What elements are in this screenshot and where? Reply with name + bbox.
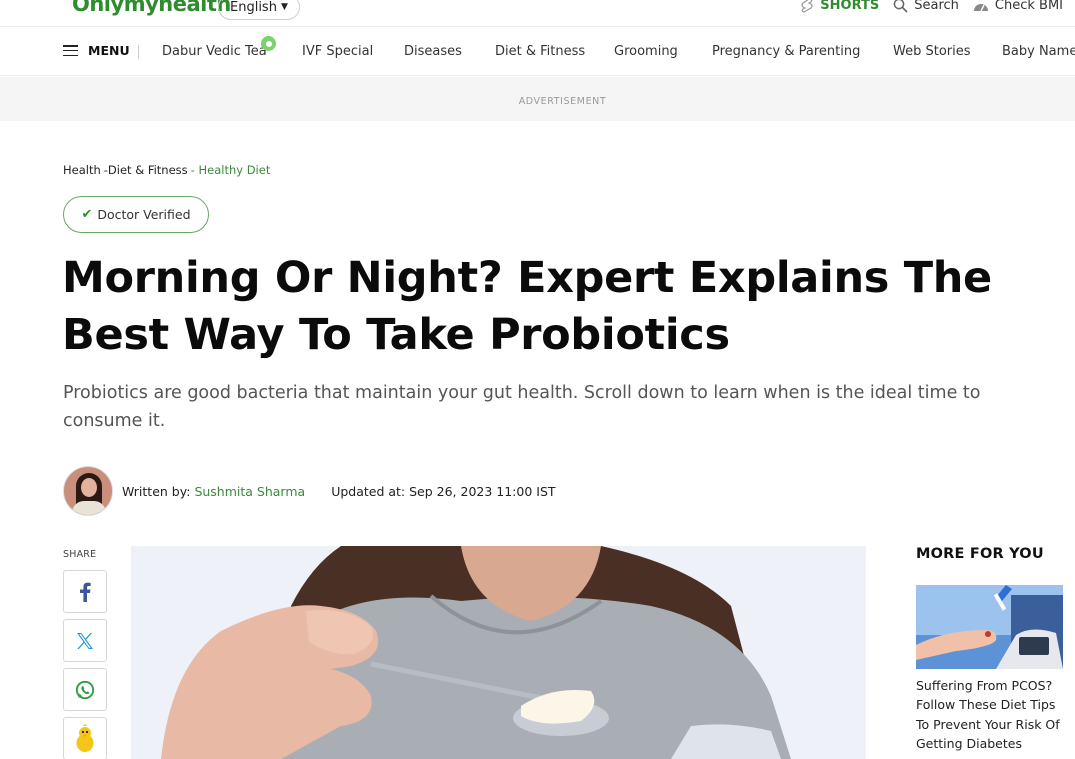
ad-label: ADVERTISEMENT: [518, 96, 607, 107]
author-info: Written by: Sushmita Sharma Updated at: …: [63, 466, 556, 516]
check-bmi-label: Check BMI: [994, 0, 1063, 13]
menu-label: MENU: [88, 43, 130, 58]
nav-item-web-stories[interactable]: Web Stories: [893, 44, 971, 59]
facebook-icon: [80, 582, 91, 602]
site-logo[interactable]: Onlymyhealth: [72, 0, 231, 16]
written-by-label: Written by:: [122, 483, 191, 499]
nav-divider: [138, 45, 139, 59]
breadcrumb-healthy-diet[interactable]: - Healthy Diet: [191, 163, 271, 177]
check-icon: ✔: [81, 207, 93, 222]
badge-label: Doctor Verified: [97, 207, 191, 222]
shorts-link[interactable]: SHORTS: [800, 0, 879, 13]
nav-item-pregnancy-parenting[interactable]: Pregnancy & Parenting: [712, 44, 860, 59]
check-bmi-button[interactable]: Check BMI: [973, 0, 1063, 13]
more-for-you-thumbnail[interactable]: [916, 585, 1063, 669]
article-summary: Probiotics are good bacteria that mainta…: [63, 383, 981, 431]
shorts-icon: [801, 0, 813, 13]
breadcrumb-diet-fitness[interactable]: -Diet & Fitness: [104, 163, 188, 177]
x-icon: [77, 632, 93, 649]
language-selector[interactable]: English ▼: [218, 0, 300, 20]
nav-item-ivf-special[interactable]: IVF Special: [302, 44, 373, 59]
koo-share-button[interactable]: [63, 717, 107, 759]
breadcrumb: Health -Diet & Fitness - Healthy Diet: [63, 163, 270, 177]
search-label: Search: [914, 0, 959, 13]
nav-item-grooming[interactable]: Grooming: [614, 44, 678, 59]
whatsapp-share-button[interactable]: [63, 668, 107, 711]
updated-date: Updated at: Sep 26, 2023 11:00 IST: [331, 483, 556, 499]
article-title: Morning Or Night? Expert Explains The Be…: [62, 253, 992, 360]
x-share-button[interactable]: [63, 619, 107, 662]
whatsapp-icon: [75, 680, 95, 699]
author-avatar[interactable]: [63, 466, 113, 516]
nav-item-diseases[interactable]: Diseases: [404, 44, 462, 59]
top-bar: Onlymyhealth English ▼ SHORTS Search Che…: [0, 0, 1075, 27]
main-nav: MENU Dabur Vedic Tea IVF Special Disease…: [0, 27, 1075, 76]
ad-banner: ADVERTISEMENT: [0, 77, 1075, 121]
breadcrumb-health[interactable]: Health: [63, 163, 101, 177]
menu-button[interactable]: MENU: [63, 43, 130, 58]
language-label: English: [230, 0, 277, 15]
top-actions: SHORTS Search Check BMI: [800, 0, 1063, 13]
nav-item-baby-name[interactable]: Baby Name: [1002, 44, 1075, 59]
more-for-you-article-link[interactable]: Suffering From PCOS? Follow These Diet T…: [916, 676, 1066, 754]
nav-item-dabur-vedic-tea[interactable]: Dabur Vedic Tea: [162, 44, 267, 59]
hero-image: [131, 546, 866, 759]
author-name-link[interactable]: Sushmita Sharma: [194, 484, 305, 499]
hamburger-icon: [63, 45, 78, 56]
share-label: SHARE: [63, 549, 97, 560]
nav-item-diet-fitness[interactable]: Diet & Fitness: [495, 44, 585, 59]
search-icon: [893, 0, 908, 13]
live-dot-icon: [261, 36, 276, 51]
chevron-down-icon: ▼: [280, 2, 288, 12]
more-for-you-title: MORE FOR YOU: [916, 546, 1044, 562]
doctor-verified-badge: ✔ Doctor Verified: [63, 196, 209, 233]
shorts-label: SHORTS: [820, 0, 880, 13]
facebook-share-button[interactable]: [63, 570, 107, 613]
search-button[interactable]: Search: [893, 0, 959, 13]
gauge-icon: [973, 3, 988, 11]
koo-icon: [76, 723, 94, 752]
